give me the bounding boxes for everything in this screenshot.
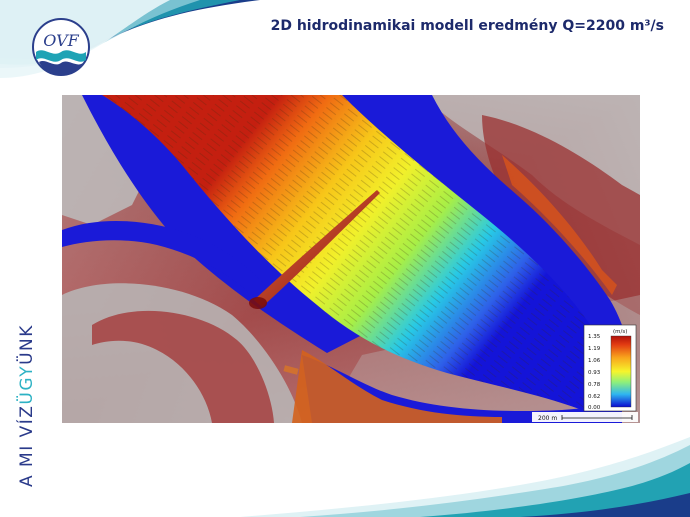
legend-value: 0.62 (588, 394, 600, 400)
legend-value: 0.93 (588, 370, 601, 376)
legend-value: 1.06 (588, 358, 601, 364)
velocity-legend: (m/s) 1.35 1.19 1.06 0.93 0.78 0.62 0.00 (583, 324, 637, 412)
legend-value: 1.19 (588, 346, 601, 352)
logo-text: OVF (43, 31, 79, 50)
legend-value: 0.78 (588, 382, 601, 388)
slide-title: 2D hidrodinamikai modell eredmény Q=2200… (270, 18, 664, 34)
ovf-logo: OVF (32, 18, 90, 76)
scale-bar: 200 m (532, 412, 638, 422)
legend-value: 0.00 (588, 405, 601, 411)
hydrodynamic-model-map: (m/s) 1.35 1.19 1.06 0.93 0.78 0.62 0.00… (62, 95, 640, 423)
slide: OVF 2D hidrodinamikai modell eredmény Q=… (0, 0, 690, 517)
side-text-suffix: ÜNK (15, 324, 37, 365)
legend-value: 1.35 (588, 334, 601, 340)
side-text-highlight: ÜGY (15, 365, 37, 405)
scale-label: 200 m (538, 415, 557, 422)
legend-unit: (m/s) (613, 329, 627, 335)
bottom-wave-decoration (240, 437, 690, 517)
